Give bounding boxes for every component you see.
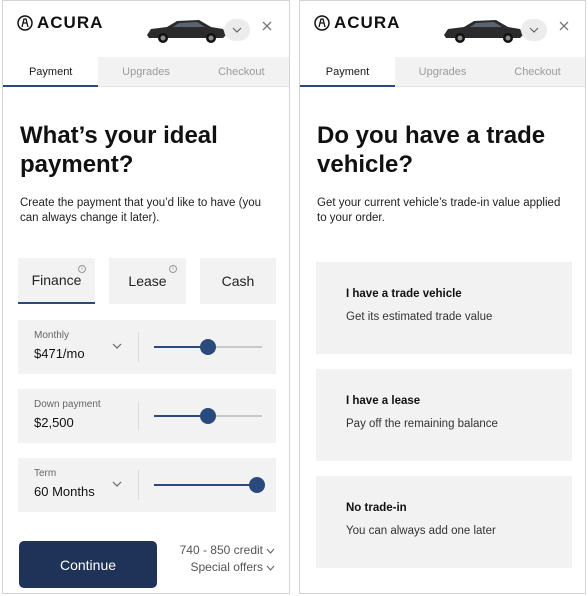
option-title: I have a lease [346, 395, 421, 407]
credit-label: 740 - 850 credit [179, 543, 263, 557]
down-payment-slider-row: Down payment $2,500 [18, 389, 276, 443]
chevron-down-icon [266, 565, 275, 571]
chevron-down-icon[interactable] [111, 478, 123, 490]
special-offers-dropdown[interactable]: Special offers [191, 560, 276, 574]
step-tabs: Payment Upgrades Checkout [300, 57, 585, 87]
divider [138, 470, 139, 500]
tab-checkout[interactable]: Checkout [193, 57, 289, 86]
continue-button[interactable]: Continue [19, 541, 157, 588]
acura-logo[interactable]: ACURA [17, 13, 103, 33]
payment-panel: ACURA Payment Upgrades Checkout What’s y… [2, 0, 290, 594]
down-payment-slider[interactable] [154, 408, 262, 424]
payment-type-cash[interactable]: Cash [200, 258, 276, 304]
slider-thumb[interactable] [248, 477, 265, 493]
payment-type-label: Finance [31, 272, 82, 288]
slider-label: Monthly [34, 330, 70, 341]
trade-option-no-trade-in[interactable]: No trade-in You can always add one later [316, 476, 572, 568]
option-description: Pay off the remaining balance [346, 418, 498, 430]
option-title: No trade-in [346, 502, 407, 514]
slider-thumb[interactable] [200, 408, 216, 424]
close-button[interactable] [553, 15, 575, 37]
payment-type-label: Cash [221, 273, 255, 289]
payment-type-finance[interactable]: Finance i [18, 258, 95, 304]
tab-payment[interactable]: Payment [3, 57, 99, 87]
slider-value: 60 Months [34, 484, 95, 499]
slider-label: Down payment [34, 399, 101, 410]
option-description: You can always add one later [346, 525, 496, 537]
page-title: Do you have a trade vehicle? [317, 122, 546, 178]
acura-logo[interactable]: ACURA [314, 13, 400, 33]
option-description: Get its estimated trade value [346, 311, 493, 323]
info-icon[interactable]: i [78, 265, 86, 273]
car-thumbnail-icon [444, 20, 523, 43]
vehicle-dropdown-button[interactable] [224, 19, 250, 41]
option-title: I have a trade vehicle [346, 288, 462, 300]
tab-checkout[interactable]: Checkout [490, 57, 585, 86]
chevron-down-icon [529, 27, 539, 33]
special-offers-label: Special offers [190, 560, 264, 574]
info-icon[interactable]: i [169, 265, 177, 273]
monthly-slider[interactable] [154, 339, 262, 355]
acura-emblem-icon [314, 15, 330, 31]
header: ACURA [3, 1, 289, 55]
term-slider[interactable] [154, 477, 265, 493]
close-button[interactable] [256, 15, 278, 37]
slider-value: $2,500 [34, 415, 74, 430]
page-subtitle: Get your current vehicle’s trade-in valu… [317, 197, 561, 224]
page-title: What’s your ideal payment? [20, 122, 218, 178]
term-slider-row: Term 60 Months [18, 458, 276, 512]
header: ACURA [300, 1, 585, 55]
page-subtitle: Create the payment that you’d like to ha… [20, 197, 262, 224]
trade-option-lease[interactable]: I have a lease Pay off the remaining bal… [316, 369, 572, 461]
brand-name: ACURA [37, 13, 104, 32]
payment-type-lease[interactable]: Lease i [109, 258, 186, 304]
divider [138, 401, 139, 431]
vehicle-dropdown-button[interactable] [521, 19, 547, 41]
step-tabs: Payment Upgrades Checkout [3, 57, 289, 87]
chevron-down-icon[interactable] [111, 340, 123, 352]
close-icon [262, 21, 272, 31]
chevron-down-icon [232, 27, 242, 33]
tab-payment[interactable]: Payment [300, 57, 395, 87]
brand-name: ACURA [334, 13, 401, 32]
slider-thumb[interactable] [200, 339, 216, 355]
tab-upgrades[interactable]: Upgrades [395, 57, 490, 86]
car-thumbnail-icon [147, 20, 226, 43]
trade-in-panel: ACURA Payment Upgrades Checkout Do you h… [299, 0, 586, 594]
tab-upgrades[interactable]: Upgrades [98, 57, 194, 86]
slider-label: Term [34, 468, 57, 479]
monthly-slider-row: Monthly $471/mo [18, 320, 276, 374]
acura-emblem-icon [17, 15, 33, 31]
close-icon [559, 21, 569, 31]
chevron-down-icon [266, 548, 275, 554]
payment-type-label: Lease [128, 273, 167, 289]
credit-dropdown[interactable]: 740 - 850 credit [180, 543, 275, 557]
trade-option-trade-vehicle[interactable]: I have a trade vehicle Get its estimated… [316, 262, 572, 354]
divider [138, 332, 139, 362]
slider-value: $471/mo [34, 346, 85, 361]
